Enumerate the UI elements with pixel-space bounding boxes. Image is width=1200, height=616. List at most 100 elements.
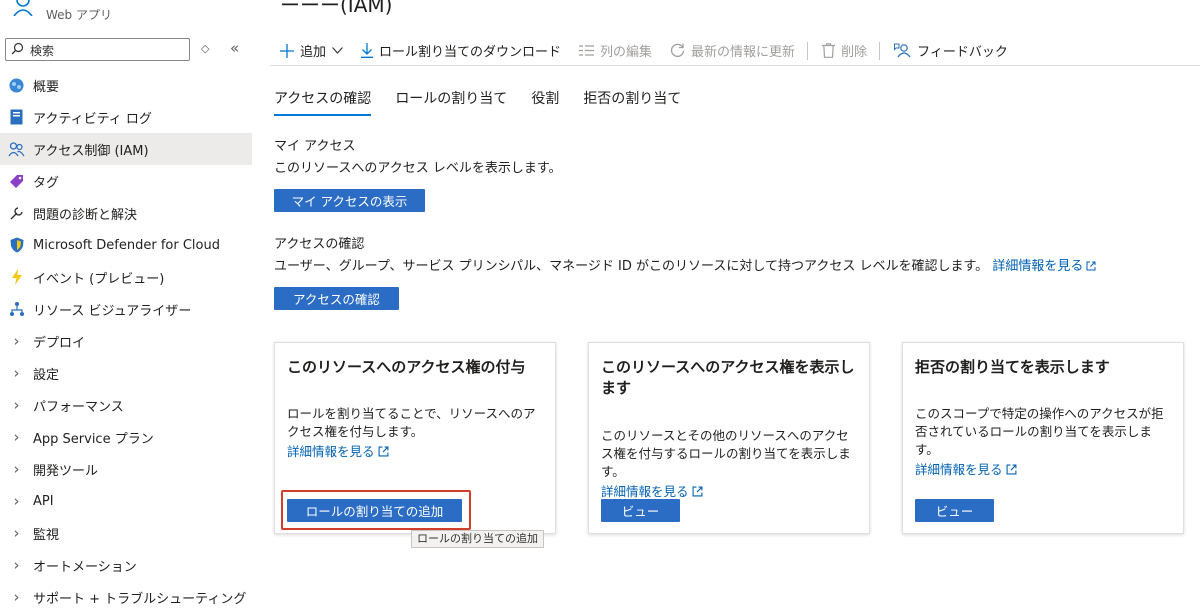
view-role-assignments-button[interactable]: ビュー <box>601 499 680 522</box>
sidebar-item-label: 概要 <box>33 79 60 95</box>
sidebar-item-iam[interactable]: アクセス制御 (IAM) <box>0 133 252 165</box>
tab-deny-assignments[interactable]: 拒否の割り当て <box>583 88 681 116</box>
wrench-icon <box>8 205 25 222</box>
people-icon <box>8 141 25 158</box>
sidebar-item-label: アクセス制御 (IAM) <box>33 143 149 159</box>
tab-check-access[interactable]: アクセスの確認 <box>274 88 372 116</box>
feedback-label: フィードバック <box>917 45 1008 60</box>
sidebar-item-label: オートメーション <box>33 559 137 575</box>
card-body: ロールを割り当てることで、リソースへのアクセス権を付与します。 詳細情報を見る <box>287 405 547 462</box>
card-title: このリソースへのアクセス権を表示します <box>601 358 855 397</box>
toolbar-divider <box>879 41 881 60</box>
view-deny-assignments-button[interactable]: ビュー <box>915 499 994 522</box>
sidebar-item-activity-log[interactable]: アクティビティ ログ <box>0 101 252 133</box>
sidebar-group-automation[interactable]: › オートメーション <box>0 549 252 581</box>
page-title: ーーー(IAM) <box>280 0 393 17</box>
learn-more-link[interactable]: 詳細情報を見る <box>915 461 1003 479</box>
tab-strip: アクセスの確認 ロールの割り当て 役割 拒否の割り当て <box>274 88 705 116</box>
sidebar-item-label: デプロイ <box>33 335 86 351</box>
learn-more-link[interactable]: 詳細情報を見る <box>287 443 375 461</box>
feedback-icon <box>894 43 911 58</box>
sidebar-item-label: Microsoft Defender for Cloud <box>33 237 220 253</box>
external-link-icon <box>692 484 703 502</box>
refresh-icon <box>670 43 685 58</box>
sidebar-group-settings[interactable]: › 設定 <box>0 357 252 389</box>
add-button[interactable]: 追加 <box>280 41 343 60</box>
refresh-button[interactable]: 最新の情報に更新 <box>670 41 795 60</box>
log-icon <box>8 109 25 126</box>
chevron-down-icon <box>332 47 343 54</box>
deny-assignments-card: 拒否の割り当てを表示します このスコープで特定の操作へのアクセスが拒否されている… <box>902 342 1184 534</box>
sidebar-item-label: 設定 <box>33 367 60 383</box>
delete-label: 削除 <box>841 45 868 60</box>
feedback-button[interactable]: フィードバック <box>894 41 1008 60</box>
network-icon <box>8 301 25 318</box>
learn-more-link[interactable]: 詳細情報を見る <box>992 259 1083 274</box>
check-access-button[interactable]: アクセスの確認 <box>274 287 399 310</box>
shield-icon <box>8 237 25 254</box>
refresh-label: 最新の情報に更新 <box>691 45 796 60</box>
sidebar-group-api[interactable]: › API <box>0 485 252 517</box>
resource-type-label: Web アプリ <box>46 8 112 22</box>
edit-columns-label: 列の編集 <box>600 45 653 60</box>
external-link-icon <box>378 444 389 462</box>
menu-search-input[interactable]: 検索 <box>5 38 190 61</box>
sidebar-item-resource-visualizer[interactable]: リソース ビジュアライザー <box>0 293 252 325</box>
sidebar-item-label: イベント (プレビュー) <box>33 271 165 287</box>
user-icon <box>12 0 34 20</box>
sidebar-item-defender[interactable]: Microsoft Defender for Cloud <box>0 229 252 261</box>
sidebar-group-support[interactable]: › サポート + トラブルシューティング <box>0 581 252 613</box>
chevron-right-icon: › <box>13 332 20 350</box>
card-description: このスコープで特定の操作へのアクセスが拒否されているロールの割り当てを表示します… <box>915 406 1164 457</box>
tab-role-assignments[interactable]: ロールの割り当て <box>395 88 507 116</box>
lightning-icon <box>8 269 25 286</box>
toolbar-divider <box>807 41 809 60</box>
chevron-right-icon: › <box>13 460 20 478</box>
check-access-description: ユーザー、グループ、サービス プリンシパル、マネージド ID がこのリソースに対… <box>274 255 1096 275</box>
search-placeholder: 検索 <box>30 44 55 58</box>
sidebar-item-label: 開発ツール <box>33 463 99 479</box>
sidebar-item-label: サポート + トラブルシューティング <box>33 591 247 607</box>
external-link-icon <box>1006 462 1017 480</box>
edit-columns-button[interactable]: 列の編集 <box>579 41 652 60</box>
sidebar-item-overview[interactable]: 概要 <box>0 69 252 101</box>
chevron-right-icon: › <box>13 524 20 542</box>
search-icon <box>11 42 24 59</box>
chevron-right-icon: › <box>13 492 20 510</box>
sidebar-item-label: パフォーマンス <box>33 399 124 415</box>
sidebar-group-dev-tools[interactable]: › 開発ツール <box>0 453 252 485</box>
collapse-menu-icon[interactable]: « <box>230 39 239 57</box>
check-access-text: ユーザー、グループ、サービス プリンシパル、マネージド ID がこのリソースに対… <box>274 259 989 274</box>
chevron-right-icon: › <box>13 588 20 606</box>
sidebar-group-performance[interactable]: › パフォーマンス <box>0 389 252 421</box>
download-assignments-button[interactable]: ロール割り当てのダウンロード <box>361 41 561 60</box>
view-my-access-button[interactable]: マイ アクセスの表示 <box>274 189 425 212</box>
chevron-right-icon: › <box>13 396 20 414</box>
card-description: このリソースとその他のリソースへのアクセス権を付与するロールの割り当てを表示しま… <box>601 428 851 479</box>
tab-roles[interactable]: 役割 <box>531 88 559 116</box>
grant-access-card: このリソースへのアクセス権の付与 ロールを割り当てることで、リソースへのアクセス… <box>274 342 556 534</box>
sidebar-group-deploy[interactable]: › デプロイ <box>0 325 252 357</box>
delete-button[interactable]: 削除 <box>822 41 867 60</box>
command-bar: 追加 ロール割り当てのダウンロード 列の編集 最新の情報に更新 削除 フィードバ… <box>270 36 1200 66</box>
sidebar-item-diagnose[interactable]: 問題の診断と解決 <box>0 197 252 229</box>
chevron-right-icon: › <box>13 556 20 574</box>
sidebar-group-app-service-plan[interactable]: › App Service プラン <box>0 421 252 453</box>
focus-highlight <box>281 490 471 530</box>
globe-icon <box>8 77 25 94</box>
sidebar-item-tags[interactable]: タグ <box>0 165 252 197</box>
sidebar-item-events[interactable]: イベント (プレビュー) <box>0 261 252 293</box>
check-access-heading: アクセスの確認 <box>274 237 365 252</box>
download-icon <box>361 43 374 58</box>
sidebar-group-monitoring[interactable]: › 監視 <box>0 517 252 549</box>
sidebar-item-label: アクティビティ ログ <box>33 111 152 127</box>
card-body: このスコープで特定の操作へのアクセスが拒否されているロールの割り当てを表示します… <box>915 405 1175 480</box>
sidebar-item-label: App Service プラン <box>33 431 154 447</box>
main-content: ーーー(IAM) 追加 ロール割り当てのダウンロード 列の編集 最新の情報に更新… <box>270 0 1200 616</box>
card-description: ロールを割り当てることで、リソースへのアクセス権を付与します。 <box>287 406 536 439</box>
download-label: ロール割り当てのダウンロード <box>379 45 562 60</box>
sort-toggle-icon[interactable]: ◇ <box>201 42 209 55</box>
view-access-card: このリソースへのアクセス権を表示します このリソースとその他のリソースへのアクセ… <box>588 342 870 534</box>
card-body: このリソースとその他のリソースへのアクセス権を付与するロールの割り当てを表示しま… <box>601 427 861 502</box>
plus-icon <box>280 43 294 58</box>
